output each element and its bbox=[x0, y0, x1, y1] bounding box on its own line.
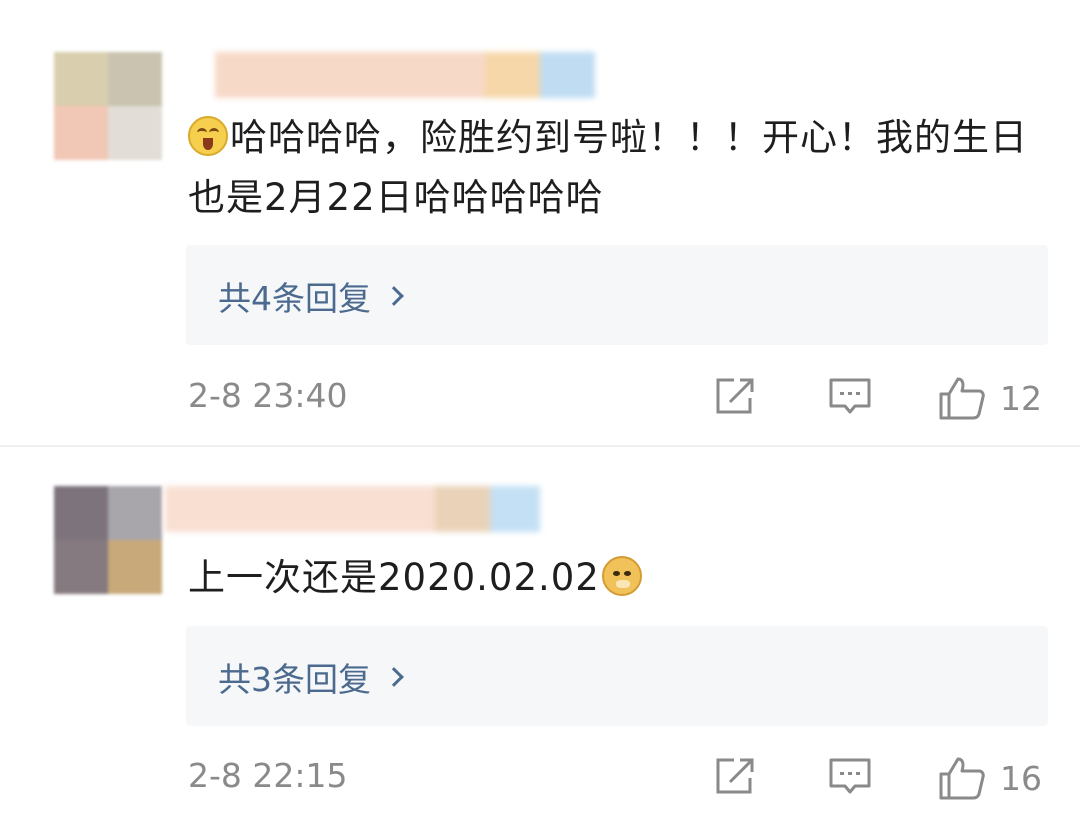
like-count: 16 bbox=[1000, 758, 1042, 798]
like-button[interactable]: 16 bbox=[938, 756, 1042, 800]
share-icon bbox=[716, 758, 754, 794]
comment-time: 2-8 22:15 bbox=[188, 756, 348, 795]
comment-meta: 2-8 22:15 16 bbox=[0, 752, 1080, 802]
avatar[interactable] bbox=[54, 486, 162, 594]
username-redacted[interactable] bbox=[165, 486, 540, 532]
chevron-right-icon bbox=[384, 667, 404, 687]
thumbs-up-icon bbox=[939, 757, 985, 800]
comment-item: 上一次还是2020.02.02 共3条回复 2-8 22:15 16 bbox=[0, 0, 1080, 832]
doge-emoji bbox=[601, 556, 642, 596]
comment-text: 上一次还是2020.02.02 bbox=[188, 548, 1048, 608]
share-button[interactable] bbox=[714, 756, 758, 796]
reply-button[interactable] bbox=[828, 756, 872, 798]
comment-icon bbox=[829, 758, 871, 794]
view-replies-link[interactable]: 共3条回复 bbox=[218, 653, 404, 701]
replies-count-label: 共3条回复 bbox=[218, 660, 371, 699]
replies-panel[interactable]: 共3条回复 bbox=[186, 626, 1048, 726]
